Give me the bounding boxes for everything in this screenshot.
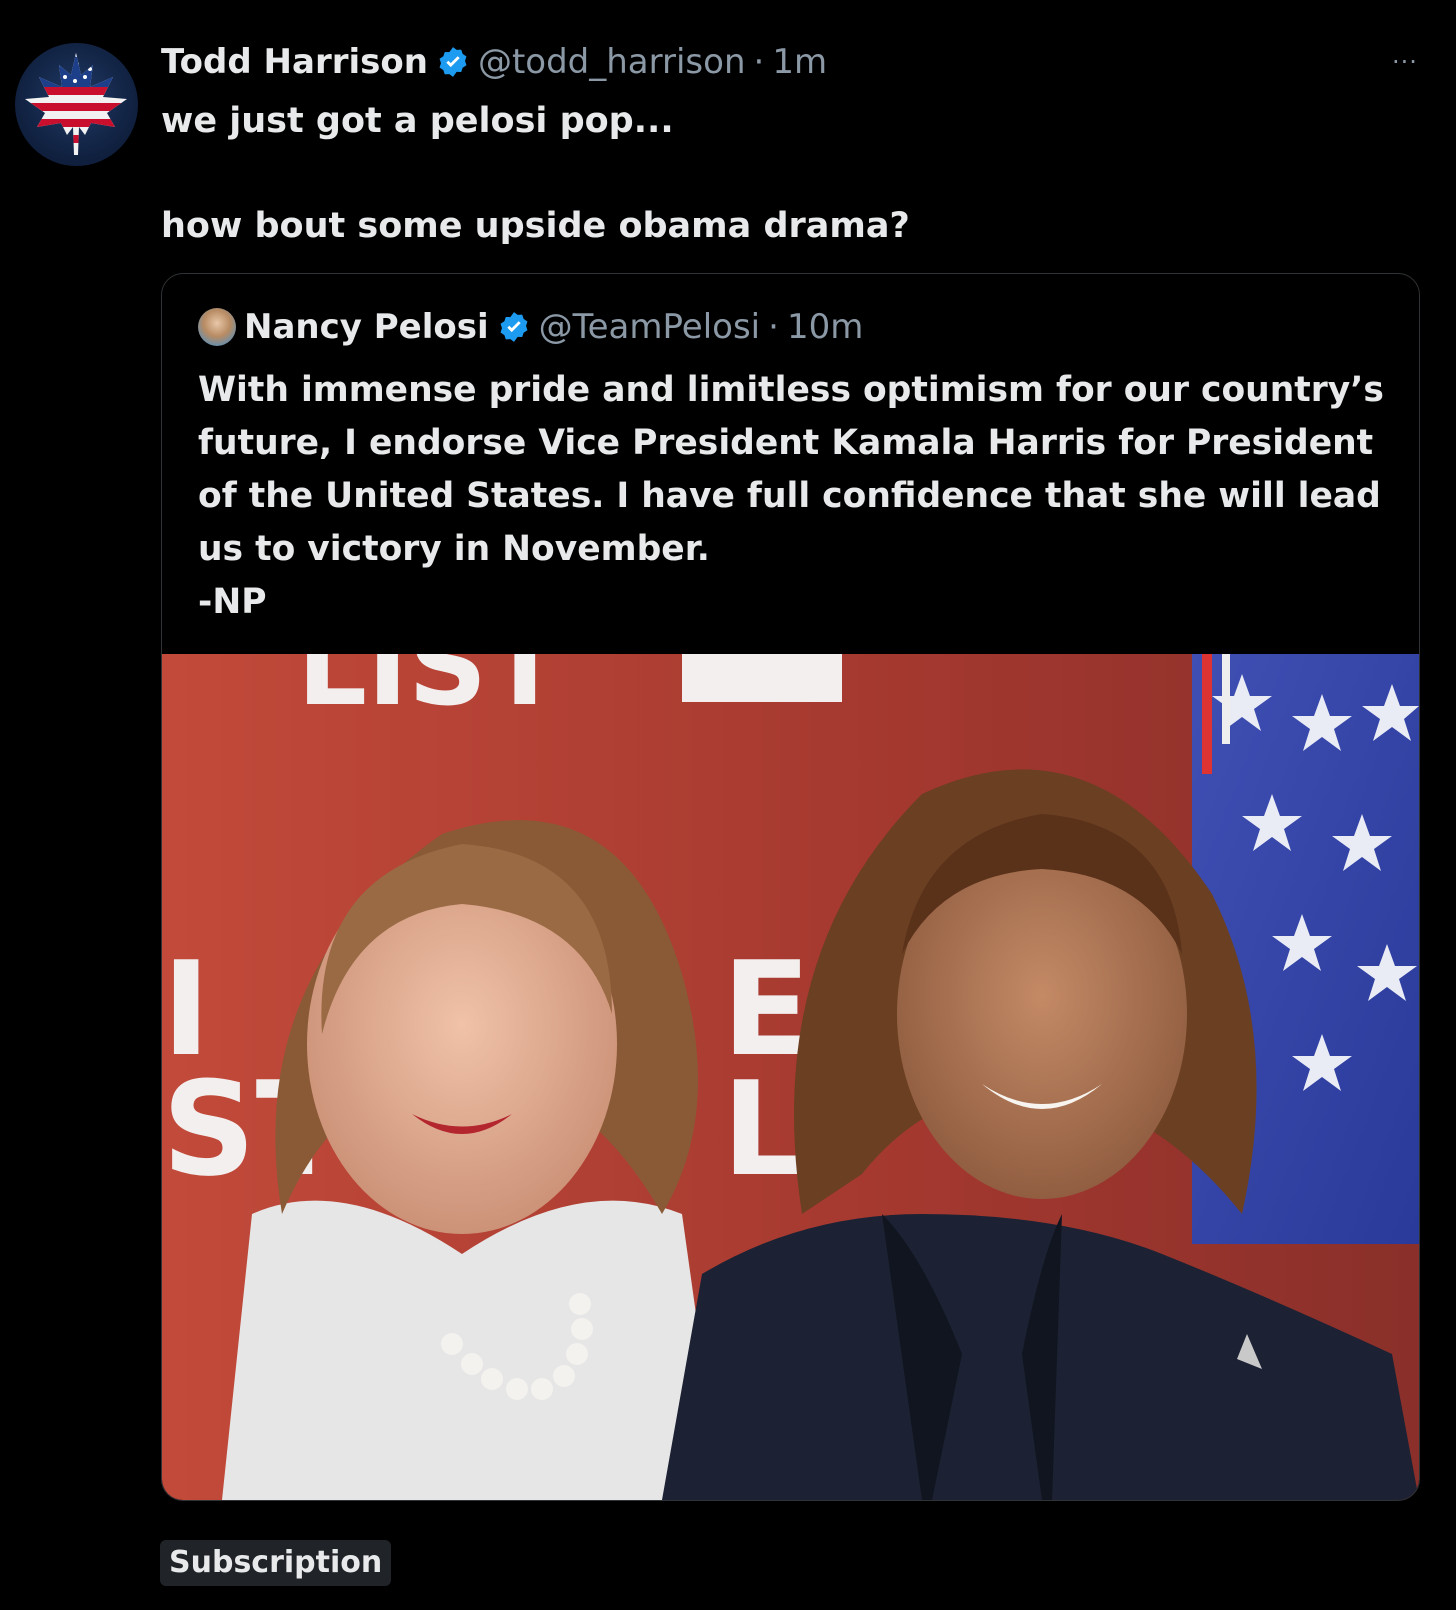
quoted-author-avatar [198,308,236,346]
subscription-badge[interactable]: Subscription [160,1540,392,1586]
quoted-tweet-text: With immense pride and limitless optimis… [198,364,1388,629]
quoted-tweet-card[interactable]: Nancy Pelosi @TeamPelosi · 10m With imme… [161,273,1420,1501]
tweet[interactable]: Todd Harrison @todd_harrison · 1m ··· we… [0,0,1456,1610]
separator-dot: · [768,307,779,347]
tweet-header: Todd Harrison @todd_harrison · 1m [161,38,827,86]
separator-dot: · [753,42,765,82]
quoted-tweet-timestamp: 10m [786,307,864,347]
more-options-button[interactable]: ··· [1385,48,1425,76]
svg-text:LIST: LIST [297,654,562,730]
author-avatar[interactable] [15,43,138,166]
author-handle[interactable]: @todd_harrison [478,42,746,82]
photo-image: LIST I EN ST L [162,654,1419,1500]
tweet-text-line: we just got a pelosi pop... [161,101,674,141]
tweet-timestamp[interactable]: 1m [772,42,827,82]
quoted-author-handle: @TeamPelosi [538,307,761,347]
svg-text:L: L [722,1053,805,1205]
quoted-text-body: With immense pride and limitless optimis… [198,370,1384,569]
quoted-author-name: Nancy Pelosi [244,307,489,347]
flag-leaf-icon [25,53,127,155]
quoted-text-signature: -NP [198,582,267,622]
verified-badge-icon [500,312,528,342]
quoted-tweet-header: Nancy Pelosi @TeamPelosi · 10m [198,304,863,350]
verified-badge-icon [439,47,467,77]
quoted-tweet-photo[interactable]: LIST I EN ST L [162,654,1419,1500]
author-name[interactable]: Todd Harrison [161,42,428,82]
tweet-text: we just got a pelosi pop... how bout som… [161,95,1411,253]
tweet-text-line: how bout some upside obama drama? [161,206,910,246]
